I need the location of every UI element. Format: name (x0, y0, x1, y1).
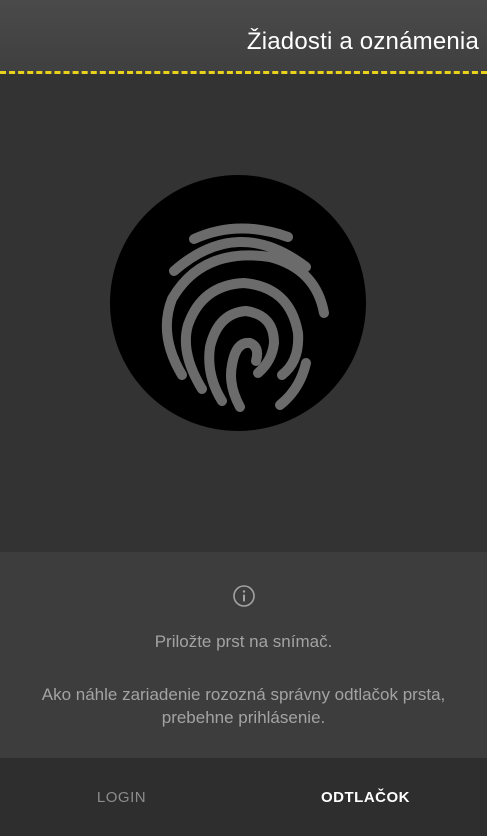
fingerprint-prompt: Priložte prst na snímač. (154, 632, 333, 651)
tab-fingerprint[interactable]: ODTLAČOK (244, 758, 487, 836)
header-divider (0, 71, 487, 74)
page-title: Žiadosti a oznámenia (246, 28, 479, 55)
fingerprint-icon (161, 223, 329, 412)
login-screen: Žiadosti a oznámenia Priložte prst na sn… (0, 0, 487, 836)
fingerprint-sensor[interactable] (110, 175, 366, 431)
info-icon (233, 585, 255, 607)
fingerprint-description: Ako náhle zariadenie rozozná správny odt… (41, 685, 446, 727)
header: Žiadosti a oznámenia (0, 0, 487, 74)
tab-login[interactable]: LOGIN (0, 758, 243, 836)
bottom-tab-bar: LOGIN ODTLAČOK (0, 758, 487, 836)
